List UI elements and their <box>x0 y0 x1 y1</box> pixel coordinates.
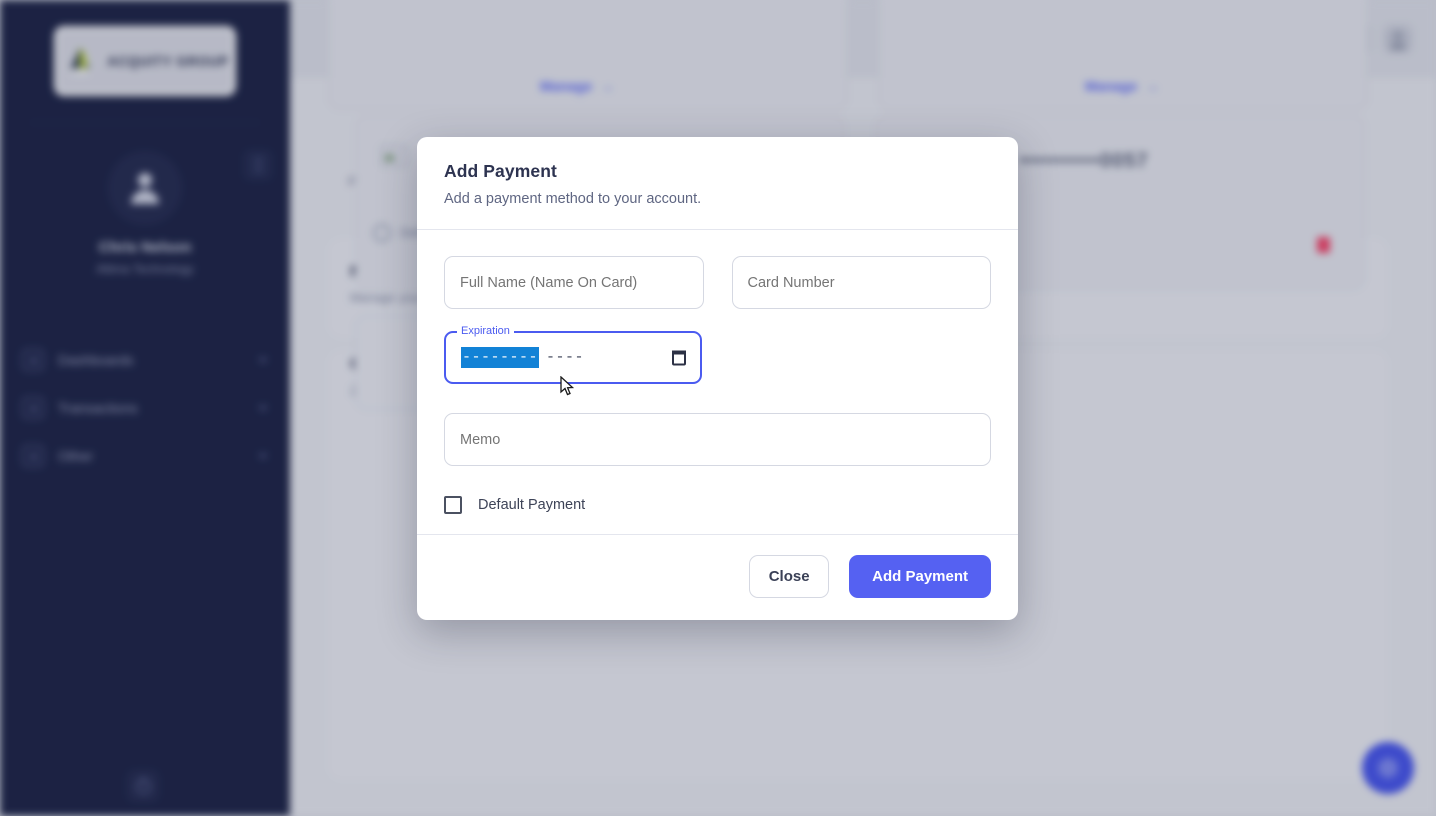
memo-input[interactable] <box>444 413 991 466</box>
add-payment-dialog: Add Payment Add a payment method to your… <box>417 137 1018 620</box>
add-payment-button[interactable]: Add Payment <box>849 555 991 598</box>
memo-row <box>444 413 991 466</box>
expiration-month-segment[interactable]: -------- <box>461 347 540 368</box>
calendar-icon[interactable] <box>672 350 686 365</box>
dialog-header: Add Payment Add a payment method to your… <box>417 137 1018 229</box>
name-and-number-row <box>444 256 991 309</box>
card-number-input[interactable] <box>731 256 991 309</box>
mouse-cursor <box>560 375 576 398</box>
dialog-footer: Close Add Payment <box>417 534 1018 620</box>
dialog-subtitle: Add a payment method to your account. <box>444 191 702 207</box>
dialog-body: Expiration -------- ---- Default Payment <box>417 230 1018 534</box>
default-payment-checkbox[interactable] <box>444 496 462 514</box>
app-root: ACQUITY GROUP Chris Nelson Altima Techno… <box>0 0 1436 816</box>
expiration-label: Expiration <box>457 325 514 337</box>
full-name-input[interactable] <box>444 256 704 309</box>
expiration-year-segment[interactable]: ---- <box>546 349 584 366</box>
default-payment-row[interactable]: Default Payment <box>444 496 991 514</box>
dialog-title: Add Payment <box>444 161 557 181</box>
close-button[interactable]: Close <box>749 555 830 598</box>
default-payment-label: Default Payment <box>478 497 586 513</box>
